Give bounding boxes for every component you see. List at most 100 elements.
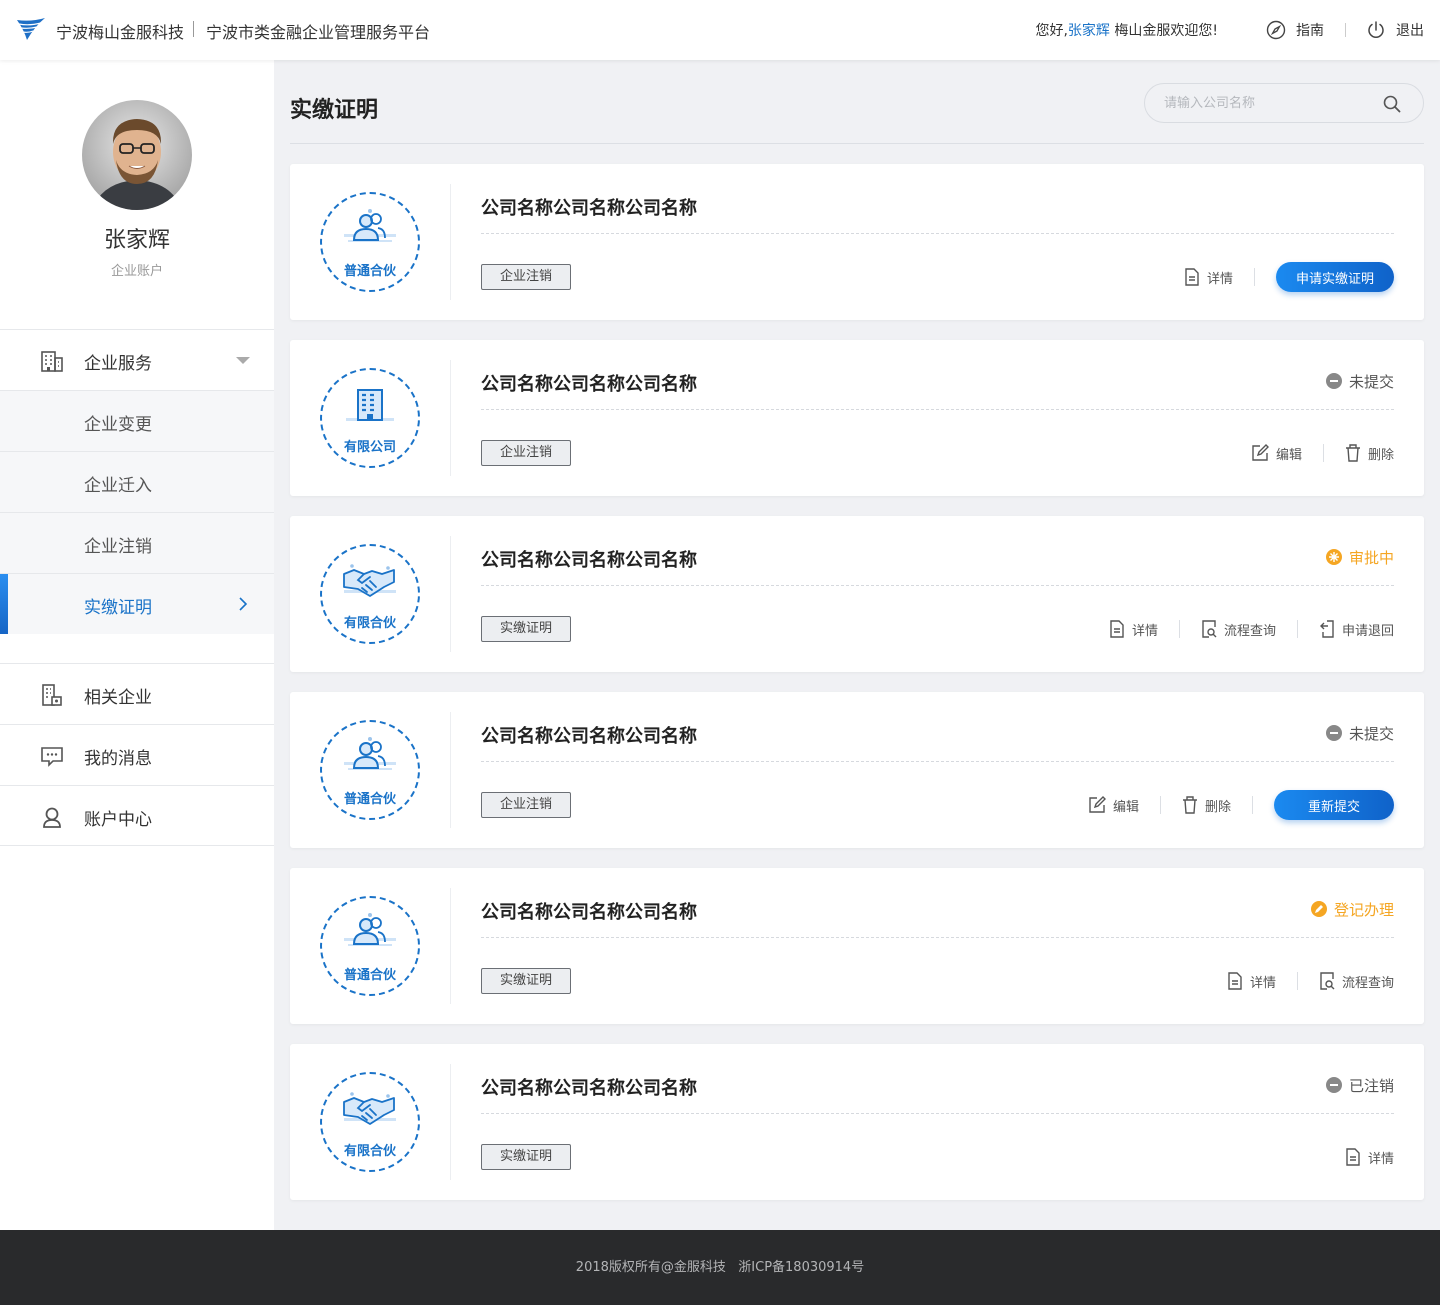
- company-type-label: 普通合伙: [343, 968, 396, 983]
- trash-icon: [1182, 796, 1197, 814]
- dashed-divider: [481, 409, 1394, 410]
- business-tag: 企业注销: [481, 264, 571, 290]
- company-type-badge: 普通合伙: [320, 192, 420, 292]
- business-tag: 实缴证明: [481, 1144, 571, 1170]
- sidebar-item-enterprise-services[interactable]: 企业服务: [0, 329, 274, 390]
- status-badge: 审批中: [1325, 547, 1394, 567]
- company-card: 有限合伙 公司名称公司名称公司名称 已注销 实缴证明 详情: [290, 1044, 1424, 1200]
- return-icon: [1319, 620, 1334, 638]
- company-type-badge: 普通合伙: [320, 720, 420, 820]
- avatar[interactable]: [82, 100, 192, 210]
- details-action[interactable]: 详情: [1109, 620, 1158, 639]
- sidebar-item-label: 相关企业: [84, 688, 152, 708]
- card-actions: 详情 申请实缴证明: [1184, 262, 1394, 292]
- resubmit-button[interactable]: 重新提交: [1273, 790, 1394, 820]
- document-icon: [1110, 620, 1124, 638]
- action-label: 详情: [1367, 1151, 1394, 1167]
- search-icon[interactable]: [1383, 95, 1401, 113]
- company-name: 公司名称公司名称公司名称: [481, 726, 697, 747]
- brand-name: 宁波梅山金服科技: [56, 23, 185, 42]
- action-label: 编辑: [1275, 447, 1302, 463]
- header-username[interactable]: 张家辉: [1068, 23, 1110, 39]
- details-action[interactable]: 详情: [1345, 1148, 1394, 1167]
- action-label: 详情: [1131, 623, 1158, 639]
- sidebar-item-label: 企业注销: [84, 537, 152, 557]
- process-query-action[interactable]: 流程查询: [1319, 972, 1394, 991]
- cancelled-status-icon: [1325, 1077, 1342, 1093]
- sidebar-item-related-companies[interactable]: 相关企业: [0, 663, 274, 724]
- card-divider: [450, 1064, 451, 1180]
- sidebar-item-enterprise-change[interactable]: 企业变更: [0, 390, 274, 451]
- status-label: 未提交: [1348, 372, 1394, 391]
- action-divider: [1178, 620, 1180, 638]
- company-card: 普通合伙 公司名称公司名称公司名称 登记办理 实缴证明 详情 流程查询: [290, 868, 1424, 1024]
- action-divider: [1251, 796, 1253, 814]
- card-divider: [450, 360, 451, 476]
- withdraw-action[interactable]: 申请退回: [1319, 620, 1394, 639]
- delete-action[interactable]: 删除: [1182, 796, 1231, 815]
- card-actions: 详情 流程查询 申请退回: [1109, 614, 1394, 644]
- edit-icon: [1089, 796, 1106, 813]
- action-label: 详情: [1249, 975, 1276, 991]
- company-name: 公司名称公司名称公司名称: [481, 1078, 697, 1099]
- company-type-badge: 有限合伙: [320, 544, 420, 644]
- status-badge: 已注销: [1325, 1075, 1394, 1095]
- header-divider: [1345, 23, 1346, 37]
- status-label: 未提交: [1348, 724, 1394, 743]
- sidebar-item-my-messages[interactable]: 我的消息: [0, 724, 274, 785]
- action-divider: [1253, 268, 1255, 286]
- search-input[interactable]: [1164, 92, 1384, 114]
- company-card: 有限合伙 公司名称公司名称公司名称 审批中 实缴证明 详情 流程查询 申请退回: [290, 516, 1424, 672]
- message-icon: [41, 747, 63, 767]
- sidebar-item-paid-in-certificate[interactable]: 实缴证明: [0, 573, 274, 634]
- pending-status-icon: [1325, 373, 1342, 389]
- action-label: 删除: [1204, 799, 1231, 815]
- brand-logo-icon[interactable]: [15, 14, 47, 46]
- process-query-action[interactable]: 流程查询: [1201, 620, 1276, 639]
- status-label: 已注销: [1348, 1076, 1394, 1095]
- dashed-divider: [481, 233, 1394, 234]
- details-action[interactable]: 详情: [1184, 268, 1233, 287]
- guide-link[interactable]: 指南: [1266, 18, 1324, 42]
- power-icon: [1368, 21, 1384, 38]
- logout-link[interactable]: 退出: [1366, 18, 1424, 42]
- document-icon: [1228, 972, 1242, 990]
- sidebar-item-enterprise-move-in[interactable]: 企业迁入: [0, 451, 274, 512]
- company-name: 公司名称公司名称公司名称: [481, 550, 697, 571]
- card-actions: 编辑 删除: [1251, 438, 1394, 468]
- dashed-divider: [481, 585, 1394, 586]
- edit-action[interactable]: 编辑: [1251, 444, 1302, 463]
- apply-certificate-button[interactable]: 申请实缴证明: [1275, 262, 1394, 292]
- details-action[interactable]: 详情: [1227, 972, 1276, 991]
- partnership-icon: [344, 737, 396, 770]
- title-divider: [290, 143, 1424, 144]
- card-actions: 详情 流程查询: [1227, 966, 1394, 996]
- partnership-icon: [344, 913, 396, 946]
- card-actions: 详情: [1345, 1142, 1394, 1172]
- sidebar-user-role: 企业账户: [110, 264, 163, 279]
- action-label: 申请退回: [1341, 623, 1394, 639]
- edit-action[interactable]: 编辑: [1088, 796, 1139, 815]
- sidebar-item-enterprise-cancellation[interactable]: 企业注销: [0, 512, 274, 573]
- sidebar-item-account-center[interactable]: 账户中心: [0, 785, 274, 846]
- company-type-label: 有限公司: [343, 440, 396, 455]
- top-header: 宁波梅山金服科技 宁波市类金融企业管理服务平台 您好,张家辉 梅山金服欢迎您! …: [0, 0, 1440, 60]
- status-label: 审批中: [1348, 548, 1394, 567]
- action-divider: [1296, 972, 1298, 990]
- action-divider: [1159, 796, 1161, 814]
- business-tag: 企业注销: [481, 792, 571, 818]
- company-name: 公司名称公司名称公司名称: [481, 198, 697, 219]
- delete-action[interactable]: 删除: [1345, 444, 1394, 463]
- platform-name: 宁波市类金融企业管理服务平台: [206, 23, 431, 42]
- sidebar-item-label: 我的消息: [84, 749, 152, 769]
- business-tag: 企业注销: [481, 440, 571, 466]
- logout-label: 退出: [1396, 23, 1424, 39]
- action-label: 编辑: [1112, 799, 1139, 815]
- card-divider: [450, 712, 451, 828]
- guide-label: 指南: [1296, 23, 1324, 39]
- welcome-suffix: 梅山金服欢迎您!: [1114, 23, 1218, 39]
- company-card: 普通合伙 公司名称公司名称公司名称 未提交 企业注销 编辑 删除 重新提交: [290, 692, 1424, 848]
- company-type-badge: 有限合伙: [320, 1072, 420, 1172]
- chevron-right-icon: [239, 597, 248, 611]
- action-divider: [1296, 620, 1298, 638]
